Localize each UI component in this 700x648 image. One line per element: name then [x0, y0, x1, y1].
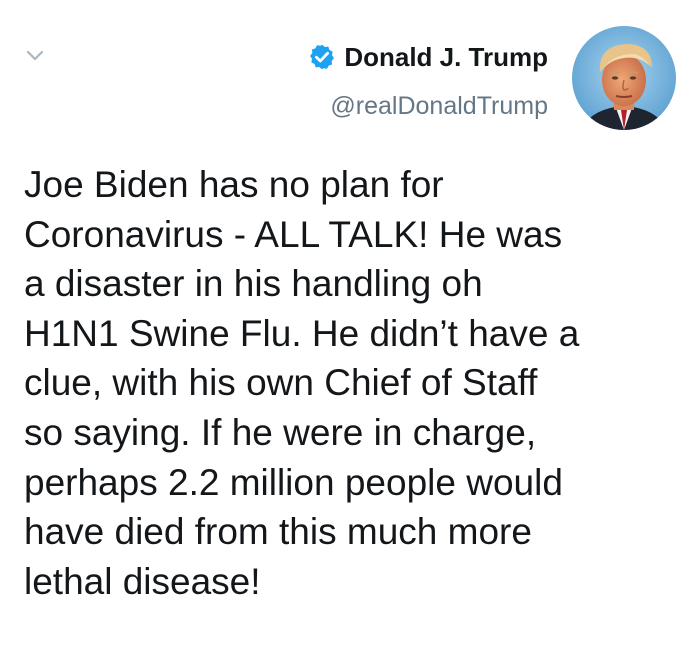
author-display-name[interactable]: Donald J. Trump: [344, 42, 548, 73]
tweet-header: Donald J. Trump @realDonaldTrump: [0, 0, 700, 150]
verified-badge-icon: [310, 44, 335, 70]
author-info: Donald J. Trump @realDonaldTrump: [308, 40, 548, 121]
chevron-down-icon[interactable]: [24, 44, 46, 66]
tweet-text: Joe Biden has no plan for Coronavirus - …: [24, 164, 580, 602]
avatar[interactable]: [572, 26, 676, 130]
author-name-row[interactable]: Donald J. Trump: [308, 40, 548, 74]
avatar-image: [572, 26, 676, 130]
author-handle[interactable]: @realDonaldTrump: [308, 92, 548, 121]
